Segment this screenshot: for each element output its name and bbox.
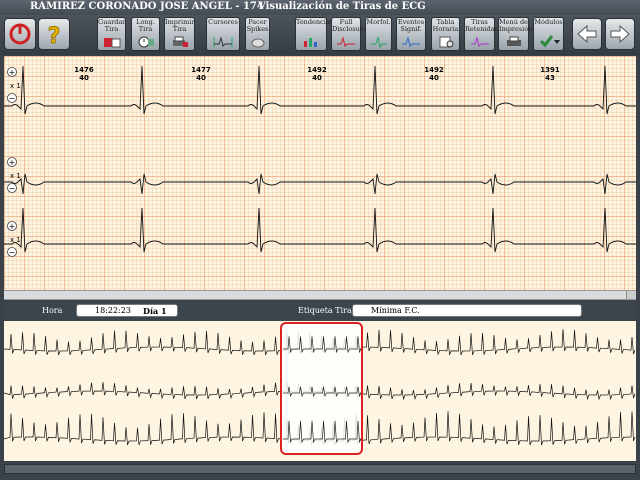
gain-increase-button[interactable]: + [7,157,17,168]
beat-rr-value: 1477 [191,66,211,74]
beat-rr-value: 1476 [74,66,94,74]
hora-label: Hora [42,306,63,315]
svg-text:−: − [9,184,16,193]
day-value: Día 1 [143,306,167,316]
back-button[interactable] [572,18,602,50]
hourly-table-button[interactable]: Tabla Horaria [431,17,460,51]
pacer-spikes-icon [251,38,264,48]
svg-text:+: + [9,68,16,77]
gain-increase-button[interactable]: + [7,221,17,232]
gain-label: x 1 [10,236,21,244]
overview-traces [4,322,636,455]
info-bar: Hora 18:22:23 Día 1 Etiqueta Tira Mínima… [4,301,636,321]
beat-hr-value: 40 [79,74,89,82]
save-strip-button[interactable]: Guardar Tira [97,17,126,51]
etiqueta-field[interactable]: Mínima F.C. [352,304,582,317]
question-icon: ? [47,24,61,50]
gain-decrease-button[interactable]: − [7,247,17,258]
ecg-lead-trace [4,173,636,195]
trends-icon [304,38,317,47]
events-button[interactable]: Eventos Signif. [396,17,426,51]
help-button[interactable]: ? [38,18,70,50]
modules-button[interactable]: Módulos [533,17,564,51]
svg-text:−: − [9,248,16,257]
strip-scrollbar[interactable] [4,290,636,300]
beat-rr-value: 1492 [307,66,327,74]
etiqueta-value: Mínima F.C. [371,306,420,315]
full-disclosure-overview[interactable] [4,321,636,461]
pacer-spikes-button[interactable]: Pacer Spikes [245,17,270,51]
beat-hr-value: 40 [196,74,206,82]
arrow-right-icon [610,24,630,44]
svg-text:+: + [9,158,16,167]
print-strip-icon [172,36,188,47]
patient-name: RAMIREZ CORONADO JOSE ANGEL - 174 [30,1,264,12]
print-strip-button[interactable]: Imprimir Tira [164,17,195,51]
cursors-icon [213,36,233,47]
gain-decrease-button[interactable]: − [7,183,17,194]
full-disclosure-icon [337,36,355,47]
gain-decrease-button[interactable]: − [7,93,17,104]
ecg-lead-trace [4,207,636,253]
etiqueta-label: Etiqueta Tira [298,306,352,315]
svg-text:?: ? [48,24,61,49]
cursors-button[interactable]: Cursores [206,17,240,51]
forward-button[interactable] [605,18,635,50]
selected-strip-window[interactable] [280,322,363,455]
arrow-left-icon [577,24,597,44]
morphology-icon [370,36,387,48]
modules-icon [539,35,560,48]
strip-length-icon [138,36,154,48]
beat-hr-value: 40 [429,74,439,82]
title-bar: RAMIREZ CORONADO JOSE ANGEL - 174 Visual… [0,0,640,15]
events-icon [402,36,420,47]
time-value: 18:22:23 [95,306,131,315]
beat-hr-value: 40 [312,74,322,82]
save-strip-icon [103,38,120,48]
beat-rr-value: 1391 [540,66,560,74]
morphology-button[interactable]: Morfol. [365,17,392,51]
gain-label: x 1 [10,82,21,90]
ecg-strip-traces: +−x 1+−x 1+−x 11476401477401492401492401… [4,65,636,258]
gain-label: x 1 [10,172,21,180]
hourly-table-icon [439,36,453,48]
time-field: 18:22:23 Día 1 [76,304,178,317]
toolbar: ? Guardar Tira Long. Tira Imprimir Tira … [0,15,640,55]
print-menu-button[interactable]: Menú de Impresión [498,17,532,51]
power-icon [9,23,31,45]
beat-hr-value: 43 [545,74,555,82]
window-title: Visualización de Tiras de ECG [258,1,426,12]
print-menu-icon [506,36,521,46]
trends-button[interactable]: Tendencias [295,17,333,51]
beat-rr-value: 1492 [424,66,444,74]
scroll-right-button[interactable] [626,291,636,299]
ecg-strip-panel[interactable]: + − x 1 + − x 1 + − x 1 1476 40 1477 40 1492 40 1492 40 1… [4,56,636,290]
retained-strips-icon [470,36,489,47]
retained-strips-button[interactable]: Tiras Retenidas [464,17,498,51]
bottom-scrollbar[interactable] [4,464,636,474]
svg-text:−: − [9,94,16,103]
full-disclosure-button[interactable]: Full Disclosure [331,17,367,51]
gain-increase-button[interactable]: + [7,67,17,78]
power-button[interactable] [4,18,36,50]
strip-length-button[interactable]: Long. Tira [131,17,160,51]
svg-text:+: + [9,222,16,231]
